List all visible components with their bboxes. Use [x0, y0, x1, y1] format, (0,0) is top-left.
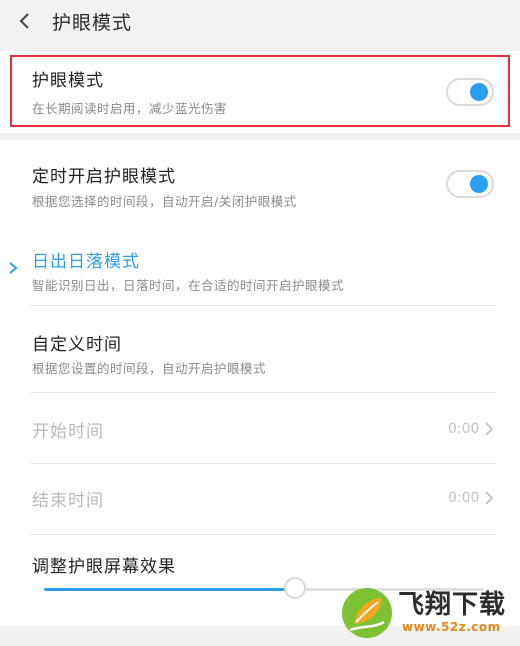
- sunrise-sunset-row[interactable]: 日出日落模式 智能识别日出，日落时间，在合适的时间开启护眼模式: [0, 234, 520, 296]
- scheduled-title: 定时开启护眼模式: [32, 167, 176, 187]
- watermark-brand: 飞翔下载: [398, 590, 507, 620]
- custom-time-title: 自定义时间: [32, 335, 122, 355]
- end-time-value: 0:00: [448, 490, 480, 506]
- sunrise-sunset-subtitle: 智能识别日出，日落时间，在合适的时间开启护眼模式: [32, 278, 345, 293]
- selected-chevron-icon: [9, 262, 18, 274]
- start-time-row[interactable]: 开始时间 0:00: [0, 393, 520, 463]
- highlight-box: [10, 55, 510, 127]
- scheduled-toggle[interactable]: [446, 170, 494, 198]
- schedule-panel: 定时开启护眼模式 根据您选择的时间段，自动开启/关闭护眼模式 日出日落模式 智能…: [0, 140, 520, 626]
- custom-time-row[interactable]: 自定义时间 根据您设置的时间段，自动开启护眼模式: [0, 312, 520, 378]
- watermark-url: www.52z.com: [402, 620, 501, 634]
- sunrise-sunset-title: 日出日落模式: [32, 252, 140, 272]
- leaf-logo-icon: [342, 588, 392, 638]
- effect-title: 调整护眼屏幕效果: [32, 557, 176, 577]
- chevron-right-icon: [485, 491, 494, 505]
- divider: [30, 534, 496, 535]
- start-time-value: 0:00: [448, 421, 480, 437]
- app-header: 护眼模式: [0, 0, 520, 46]
- end-time-label: 结束时间: [32, 491, 104, 511]
- page-title: 护眼模式: [52, 12, 133, 34]
- chevron-right-icon: [485, 422, 494, 436]
- end-time-row[interactable]: 结束时间 0:00: [0, 464, 520, 534]
- effect-slider-fill: [44, 588, 295, 591]
- effect-slider-thumb[interactable]: [283, 577, 306, 599]
- watermark: 飞翔下载 www.52z.com: [340, 582, 516, 642]
- custom-time-subtitle: 根据您设置的时间段，自动开启护眼模式: [32, 361, 267, 376]
- toggle-knob: [470, 175, 488, 193]
- scheduled-subtitle: 根据您选择的时间段，自动开启/关闭护眼模式: [32, 194, 297, 209]
- divider: [30, 305, 496, 306]
- start-time-label: 开始时间: [32, 422, 104, 442]
- back-arrow-icon[interactable]: [14, 10, 36, 32]
- scheduled-row[interactable]: 定时开启护眼模式 根据您选择的时间段，自动开启/关闭护眼模式: [0, 140, 520, 222]
